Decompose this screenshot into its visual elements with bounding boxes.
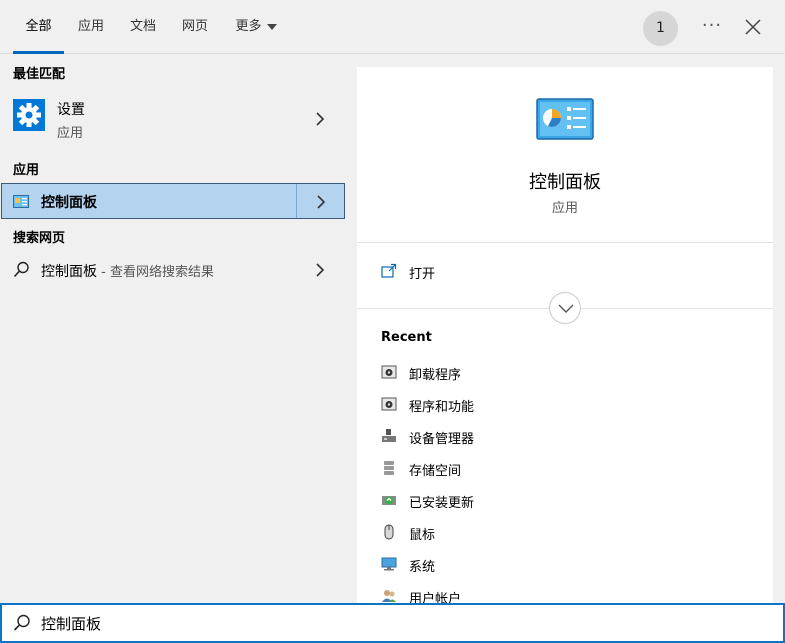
- web-search-query: 控制面板: [41, 264, 97, 280]
- web-search-heading: 搜索网页: [13, 231, 66, 246]
- tab-apps[interactable]: 应用: [72, 0, 110, 54]
- chevron-right-icon[interactable]: [315, 262, 325, 278]
- tab-web[interactable]: 网页: [176, 0, 214, 54]
- app-result-control-panel[interactable]: 控制面板: [1, 183, 345, 219]
- app-result-label: 控制面板: [41, 195, 97, 211]
- open-action[interactable]: 打开: [357, 257, 773, 287]
- recent-item[interactable]: 用户帐户: [357, 583, 773, 604]
- best-match-heading: 最佳匹配: [13, 67, 66, 82]
- chevron-right-icon[interactable]: [316, 194, 326, 210]
- update-icon: [381, 492, 397, 508]
- divider: [357, 242, 773, 243]
- chevron-right-icon[interactable]: [315, 111, 325, 127]
- open-label: 打开: [409, 267, 436, 282]
- item-divider: [296, 184, 297, 218]
- tab-more[interactable]: 更多: [228, 0, 284, 54]
- chevron-down-icon: [266, 23, 277, 30]
- recent-item[interactable]: 程序和功能: [357, 391, 773, 419]
- search-icon: [13, 614, 31, 636]
- recent-item-label: 用户帐户: [409, 592, 462, 604]
- web-search-result[interactable]: 控制面板 - 查看网络搜索结果: [0, 253, 345, 287]
- recent-item-label: 存储空间: [409, 464, 462, 479]
- tab-more-label: 更多: [235, 19, 262, 34]
- recent-item-label: 设备管理器: [409, 432, 475, 447]
- open-icon: [381, 263, 397, 283]
- recent-item[interactable]: 已安装更新: [357, 487, 773, 515]
- preview-pane: 控制面板 应用 打开 Recent 卸载程序 程序和功能 设备管理器 存储空间 …: [357, 67, 773, 604]
- storage-icon: [381, 460, 397, 476]
- system-icon: [381, 556, 397, 572]
- recent-item-label: 程序和功能: [409, 400, 475, 415]
- search-input[interactable]: [41, 612, 741, 634]
- recent-item[interactable]: 卸载程序: [357, 359, 773, 387]
- best-match-title: 设置: [57, 102, 85, 118]
- chevron-down-icon: [558, 304, 574, 313]
- web-search-suffix: - 查看网络搜索结果: [97, 265, 214, 280]
- device-manager-icon: [381, 428, 397, 444]
- filter-tab-bar: 全部 应用 文档 网页 更多 1 ···: [0, 0, 785, 54]
- programs-icon: [381, 396, 397, 412]
- rewards-badge[interactable]: 1: [643, 11, 678, 46]
- tab-documents[interactable]: 文档: [124, 0, 162, 54]
- recent-item[interactable]: 设备管理器: [357, 423, 773, 451]
- recent-item[interactable]: 存储空间: [357, 455, 773, 483]
- control-panel-icon: [13, 195, 29, 212]
- recent-heading: Recent: [381, 330, 432, 345]
- recent-item-label: 鼠标: [409, 528, 436, 543]
- recent-item[interactable]: 鼠标: [357, 519, 773, 547]
- close-icon[interactable]: [743, 17, 763, 37]
- best-match-subtitle: 应用: [57, 126, 84, 141]
- user-accounts-icon: [381, 588, 397, 604]
- control-panel-icon: [536, 98, 594, 144]
- tab-all[interactable]: 全部: [13, 0, 64, 54]
- apps-heading: 应用: [13, 163, 40, 178]
- mouse-icon: [381, 524, 397, 540]
- preview-subtitle: 应用: [551, 201, 578, 216]
- recent-item-label: 卸载程序: [409, 368, 462, 383]
- best-match-settings[interactable]: 设置 应用: [0, 90, 345, 145]
- search-icon: [13, 261, 30, 282]
- web-search-label: 控制面板 - 查看网络搜索结果: [41, 261, 214, 281]
- ellipsis-icon[interactable]: ···: [698, 14, 726, 42]
- programs-icon: [381, 364, 397, 380]
- search-box[interactable]: [0, 603, 785, 643]
- recent-item-label: 系统: [409, 560, 436, 575]
- expand-button[interactable]: [549, 292, 581, 324]
- recent-item-label: 已安装更新: [409, 496, 475, 511]
- preview-title: 控制面板: [529, 172, 601, 193]
- gear-icon: [13, 99, 45, 131]
- recent-item[interactable]: 系统: [357, 551, 773, 579]
